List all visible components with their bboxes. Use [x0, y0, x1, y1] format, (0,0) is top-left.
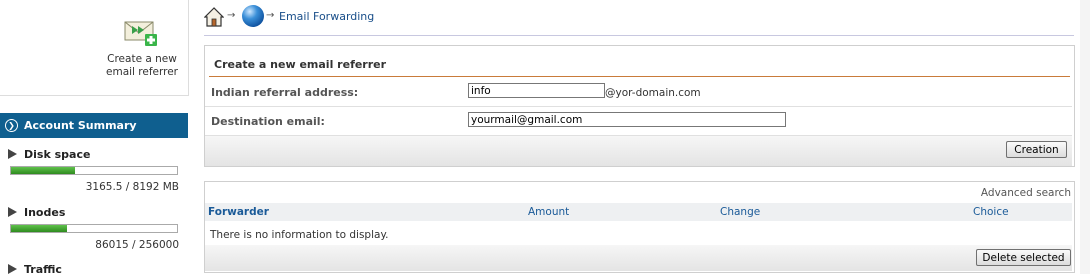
- bullet-arrow-icon: [8, 207, 17, 217]
- form-row-destination-email: Destination email: yourmail@gmail.com: [205, 107, 1072, 136]
- progress-fill: [11, 225, 67, 232]
- stat-label: Inodes: [24, 206, 66, 219]
- home-icon[interactable]: [204, 7, 224, 27]
- sidebar: Create a new email referrer ❯ Account Su…: [0, 0, 189, 276]
- globe-icon[interactable]: [242, 5, 264, 27]
- referral-address-label: Indian referral address:: [211, 86, 359, 99]
- form-footer: Creation: [205, 136, 1072, 166]
- breadcrumb-divider: [204, 35, 1074, 36]
- stat-disk-space: Disk space: [8, 148, 90, 161]
- inodes-value: 86015 / 256000: [95, 239, 179, 251]
- forwarders-table: Advanced search Forwarder Amount Change …: [204, 181, 1075, 273]
- destination-email-input[interactable]: yourmail@gmail.com: [468, 112, 786, 127]
- column-header-change[interactable]: Change: [720, 206, 760, 218]
- column-header-choice[interactable]: Choice: [973, 206, 1009, 218]
- stat-label: Traffic: [24, 263, 62, 276]
- create-referrer-form: Create a new email referrer Indian refer…: [204, 45, 1075, 167]
- account-summary-title: Account Summary: [24, 119, 137, 132]
- progress-fill: [11, 167, 76, 174]
- stat-label: Disk space: [24, 148, 91, 161]
- form-title-rule: [209, 76, 1070, 77]
- vertical-scrollbar[interactable]: [1080, 0, 1090, 274]
- bullet-arrow-icon: [8, 264, 17, 274]
- destination-email-label: Destination email:: [211, 115, 325, 128]
- stat-inodes: Inodes: [8, 206, 65, 219]
- create-referrer-label: Create a new email referrer: [106, 53, 178, 78]
- column-header-amount[interactable]: Amount: [528, 206, 569, 218]
- stat-traffic: Traffic: [8, 263, 62, 276]
- collapse-icon: ❯: [5, 119, 18, 132]
- create-referrer-shortcut[interactable]: Create a new email referrer: [0, 0, 189, 96]
- form-row-referral-address: Indian referral address: info @yor-domai…: [205, 78, 1072, 107]
- breadcrumb-separator-icon: →: [227, 10, 236, 21]
- table-header: Forwarder Amount Change Choice: [205, 203, 1072, 221]
- disk-space-value: 3165.5 / 8192 MB: [85, 181, 179, 193]
- breadcrumb-current[interactable]: Email Forwarding: [279, 10, 374, 23]
- column-header-forwarder[interactable]: Forwarder: [208, 206, 269, 218]
- bullet-arrow-icon: [8, 149, 17, 159]
- email-add-icon: [124, 21, 157, 46]
- create-button[interactable]: Creation: [1006, 141, 1067, 158]
- domain-suffix: @yor-domain.com: [605, 87, 701, 99]
- inodes-progress: [10, 224, 178, 233]
- referral-address-input[interactable]: info: [468, 83, 605, 98]
- advanced-search-link[interactable]: Advanced search: [981, 187, 1071, 199]
- account-summary-header[interactable]: ❯ Account Summary: [0, 113, 188, 138]
- breadcrumb-separator-icon: →: [266, 10, 275, 21]
- form-title: Create a new email referrer: [214, 58, 387, 71]
- disk-space-progress: [10, 166, 178, 175]
- empty-message: There is no information to display.: [210, 229, 389, 241]
- table-footer: Delete selected: [205, 245, 1072, 271]
- delete-selected-button[interactable]: Delete selected: [976, 249, 1071, 266]
